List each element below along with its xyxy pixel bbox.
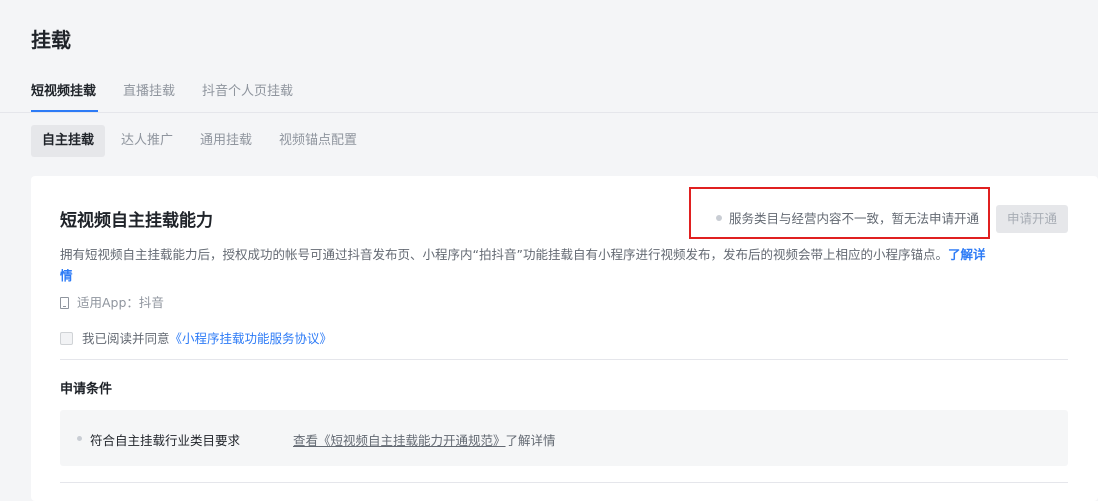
tab-active-underline: [31, 110, 98, 112]
applicable-app: 适用App：抖音: [60, 292, 164, 311]
condition-link-prefix[interactable]: 查看: [293, 433, 318, 448]
page-title: 挂载: [31, 28, 71, 52]
divider: [60, 359, 1068, 360]
card-description: 拥有短视频自主挂载能力后，授权成功的帐号可通过抖音发布页、小程序内“拍抖音”功能…: [60, 244, 990, 286]
agreement-row: 我已阅读并同意《小程序挂载功能服务协议》: [60, 328, 332, 347]
capability-card: 短视频自主挂载能力 服务类目与经营内容不一致，暂无法申请开通 申请开通 拥有短视…: [31, 176, 1098, 501]
condition-text: 符合自主挂载行业类目要求: [90, 433, 241, 448]
tab-profile[interactable]: 抖音个人页挂载: [202, 80, 293, 99]
subtab-self-mount[interactable]: 自主挂载: [31, 125, 106, 157]
divider-bottom: [60, 482, 1068, 483]
card-title: 短视频自主挂载能力: [60, 211, 213, 231]
agree-checkbox[interactable]: [60, 332, 73, 345]
subtab-influencer[interactable]: 达人推广: [110, 125, 184, 157]
status-text: 服务类目与经营内容不一致，暂无法申请开通: [729, 211, 980, 226]
apply-button[interactable]: 申请开通: [996, 205, 1068, 233]
primary-tabs: 短视频挂载 直播挂载 抖音个人页挂载: [0, 70, 1098, 113]
description-text: 拥有短视频自主挂载能力后，授权成功的帐号可通过抖音发布页、小程序内“拍抖音”功能…: [60, 247, 948, 262]
condition-link-suffix: 了解详情: [505, 433, 556, 448]
subtab-anchor-config[interactable]: 视频锚点配置: [268, 125, 368, 157]
condition-spec-link[interactable]: 《短视频自主挂载能力开通规范》: [318, 433, 506, 448]
phone-icon: [60, 297, 69, 309]
tab-short-video[interactable]: 短视频挂载: [31, 80, 96, 99]
app-label: 适用App：抖音: [77, 295, 164, 310]
agree-prefix: 我已阅读并同意: [82, 331, 170, 346]
subtab-general[interactable]: 通用挂载: [189, 125, 263, 157]
agreement-link[interactable]: 《小程序挂载功能服务协议》: [170, 331, 333, 346]
tab-live[interactable]: 直播挂载: [123, 80, 175, 99]
condition-item: 符合自主挂载行业类目要求 查看《短视频自主挂载能力开通规范》了解详情: [60, 410, 1068, 466]
status-dot: [716, 215, 722, 221]
condition-dot: [77, 436, 82, 441]
conditions-title: 申请条件: [60, 382, 113, 397]
condition-link: 查看《短视频自主挂载能力开通规范》了解详情: [293, 430, 556, 449]
